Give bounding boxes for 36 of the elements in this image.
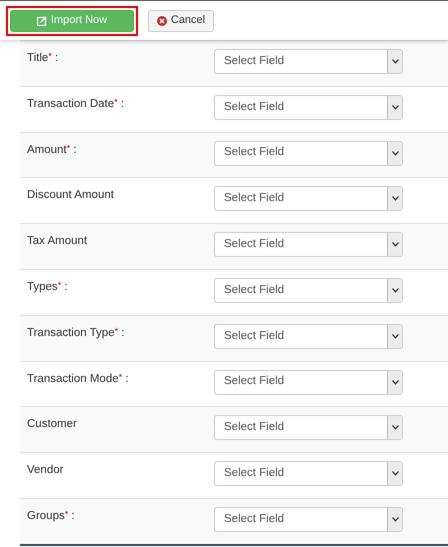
- chevron-down-icon: [392, 196, 398, 202]
- chevron-down-icon: [392, 380, 398, 385]
- field-label: Transaction Type* :: [26, 324, 126, 341]
- chevron-down-icon: [392, 104, 398, 110]
- field-label: Title* :: [26, 50, 60, 66]
- field-label: Groups* :: [26, 508, 76, 524]
- field-label: Transaction Date* :: [26, 96, 126, 112]
- chevron-down-icon: [392, 59, 398, 64]
- select-field[interactable]: Select Field: [214, 94, 403, 120]
- chevron-down-icon: [392, 242, 398, 248]
- field-label: Transaction Mode* :: [26, 370, 130, 387]
- chevron-down-icon: [392, 425, 398, 430]
- cancel-button[interactable]: Cancel: [148, 10, 214, 32]
- chevron-down-icon: [392, 471, 398, 476]
- field-label: Amount* :: [26, 142, 78, 158]
- select-field[interactable]: Select Field: [214, 324, 403, 349]
- select-field[interactable]: Select Field: [214, 415, 403, 440]
- select-field[interactable]: Select Field: [214, 370, 403, 395]
- chevron-down-icon: [392, 150, 398, 156]
- chevron-down-icon: [392, 334, 398, 339]
- field-label: Discount Amount: [26, 188, 115, 204]
- chevron-down-icon: [392, 288, 398, 293]
- select-field[interactable]: Select Field: [214, 461, 403, 486]
- field-label: Tax Amount: [26, 234, 88, 250]
- select-field[interactable]: Select Field: [214, 506, 403, 532]
- select-field[interactable]: Select Field: [214, 140, 403, 166]
- field-label: Vendor: [26, 463, 64, 478]
- edit-icon: [36, 16, 47, 26]
- select-field[interactable]: Select Field: [214, 49, 403, 74]
- select-field[interactable]: Select Field: [214, 278, 403, 303]
- close-icon: [156, 16, 167, 26]
- select-field[interactable]: Select Field: [214, 232, 403, 258]
- chevron-down-icon: [392, 516, 398, 522]
- select-field[interactable]: Select Field: [214, 186, 403, 212]
- field-label: Types* :: [26, 278, 69, 295]
- field-label: Customer: [26, 417, 78, 432]
